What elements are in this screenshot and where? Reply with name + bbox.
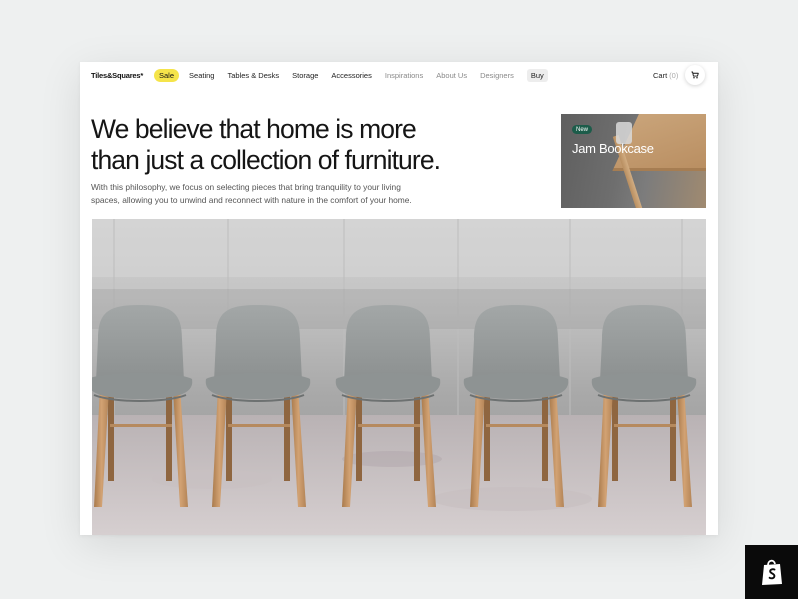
nav-item-seating[interactable]: Seating — [189, 71, 214, 80]
nav-links: Sale Seating Tables & Desks Storage Acce… — [154, 68, 561, 82]
top-navigation: Tiles&Squares* Sale Seating Tables & Des… — [80, 62, 718, 90]
cart-link[interactable]: Cart (0) — [653, 71, 678, 80]
promo-card-jam-bookcase[interactable]: New Jam Bookcase — [561, 114, 706, 208]
hero-headline: We believe that home is more than just a… — [91, 114, 511, 176]
stage: Tiles&Squares* Sale Seating Tables & Des… — [0, 0, 798, 599]
nav-item-storage[interactable]: Storage — [292, 71, 318, 80]
hero-subtext: With this philosophy, we focus on select… — [91, 181, 461, 207]
cart-icon — [691, 71, 699, 79]
cart-count: (0) — [669, 71, 679, 80]
nav-item-about-us[interactable]: About Us — [436, 71, 467, 80]
hero-subtext-line-2: spaces, allowing you to unwind and recon… — [91, 195, 412, 205]
hero-image-chairs — [92, 219, 706, 535]
promo-title: Jam Bookcase — [572, 141, 654, 156]
new-badge: New — [572, 125, 593, 134]
shopify-bag-icon — [761, 559, 782, 585]
shopify-badge[interactable] — [745, 545, 798, 599]
hero-headline-line-1: We believe that home is more — [91, 114, 417, 144]
hero-subtext-line-1: With this philosophy, we focus on select… — [91, 182, 401, 192]
website-frame: Tiles&Squares* Sale Seating Tables & Des… — [80, 62, 718, 535]
hero-headline-line-2: than just a collection of furniture. — [91, 145, 441, 175]
nav-item-sale[interactable]: Sale — [154, 68, 180, 82]
cart-label: Cart — [653, 71, 668, 80]
nav-item-tables-desks[interactable]: Tables & Desks — [227, 71, 279, 80]
cart-button[interactable] — [685, 65, 705, 85]
brand-logo[interactable]: Tiles&Squares* — [91, 71, 143, 80]
nav-item-designers[interactable]: Designers — [480, 71, 514, 80]
chairs-illustration — [92, 219, 706, 535]
nav-item-accessories[interactable]: Accessories — [331, 71, 371, 80]
nav-item-buy[interactable]: Buy — [526, 68, 548, 82]
nav-item-inspirations[interactable]: Inspirations — [385, 71, 423, 80]
